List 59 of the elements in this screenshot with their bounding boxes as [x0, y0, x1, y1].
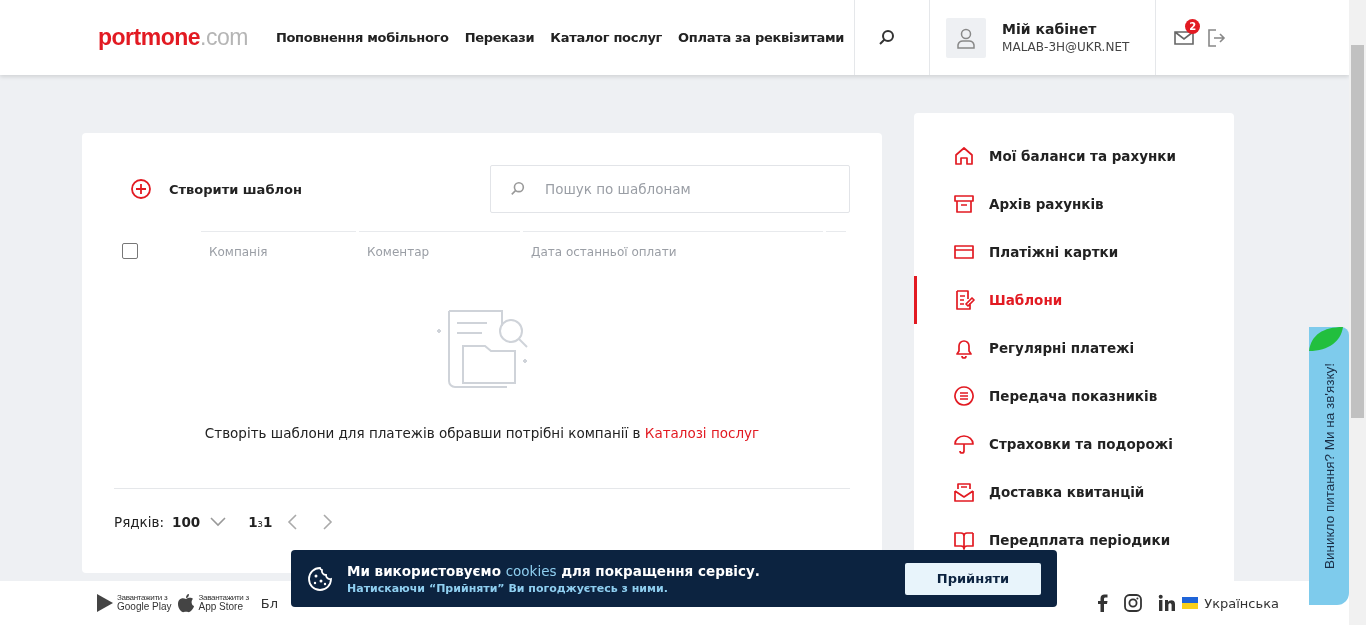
rows-label: Рядків: [114, 514, 164, 530]
nav-link[interactable]: Перекази [464, 30, 535, 45]
notification-badge: 2 [1185, 18, 1201, 34]
sidebar-item[interactable]: Шаблони [914, 276, 1234, 324]
select-all-checkbox[interactable] [122, 243, 138, 259]
sidebar-item[interactable]: Передплата періодики [914, 516, 1234, 564]
cookies-link[interactable]: cookies [505, 562, 557, 579]
umbrella-icon [953, 433, 975, 455]
page-indicator: 1з1 [248, 514, 273, 530]
user-avatar-icon[interactable] [946, 17, 987, 58]
accept-button[interactable]: Прийняти [905, 562, 1041, 595]
document-icon [953, 289, 975, 311]
sidebar-item[interactable]: Мої баланси та рахунки [914, 132, 1234, 180]
create-template-button[interactable]: Створити шаблон [131, 179, 302, 199]
rows-per-page-dropdown[interactable]: 100 [172, 514, 227, 530]
flag-icon [1182, 597, 1199, 609]
sidebar-item[interactable]: Архів рахунків [914, 180, 1234, 228]
column-header: Дата останньої оплати [531, 244, 677, 259]
search-icon [510, 181, 526, 197]
nav-link[interactable]: Каталог послуг [550, 30, 663, 45]
archive-box-icon [953, 193, 975, 215]
logout-icon[interactable] [1206, 27, 1227, 48]
feedback-tab[interactable]: Виникло питання? Ми на зв'язку! [1309, 327, 1349, 605]
column-header: Компанія [209, 244, 268, 259]
sidebar-item[interactable]: Доставка квитанцій [914, 468, 1234, 516]
previous-page-icon[interactable] [286, 514, 299, 530]
leaf-icon [1309, 327, 1343, 351]
sidebar-item[interactable]: Передача показників [914, 372, 1234, 420]
account-title[interactable]: Мій кабінет [1002, 21, 1130, 37]
cookie-icon [307, 565, 333, 592]
catalog-link[interactable]: Каталозі послуг [644, 425, 760, 441]
search-icon[interactable] [878, 28, 897, 47]
footer-link[interactable]: Бл [260, 595, 278, 611]
app-store-badge[interactable]: Завантажити з App Store [177, 593, 249, 613]
facebook-icon[interactable] [1096, 594, 1109, 612]
search-field[interactable]: Пошук по шаблонам [490, 165, 850, 213]
envelope-tray-icon [953, 481, 975, 503]
plus-circle-icon [131, 179, 151, 199]
empty-state-message: Створіть шаблони для платежів обравши потрібні компанії в Каталозі послуг [204, 425, 760, 441]
next-page-icon[interactable] [322, 514, 335, 530]
column-header: Коментар [367, 244, 430, 259]
cookie-note: Натискаючи “Прийняти” Ви погоджуєтесь з ними. [347, 581, 669, 595]
mail-icon[interactable] [1174, 29, 1195, 46]
sidebar-item[interactable]: Платіжні картки [914, 228, 1234, 276]
chevron-down-icon [210, 517, 227, 527]
linkedin-icon[interactable] [1158, 594, 1177, 612]
sidebar-item[interactable]: Регулярні платежі [914, 324, 1234, 372]
book-icon [953, 529, 975, 551]
app-store-badge[interactable]: Завантажити з Google Play [96, 593, 172, 613]
account-email: MALAB-3H@UKR.NET [1002, 40, 1130, 54]
portmone-logo[interactable]: portmone.com [98, 24, 248, 51]
instagram-icon[interactable] [1124, 594, 1143, 612]
sidebar-item[interactable]: Страховки та подорожі [914, 420, 1234, 468]
house-icon [953, 145, 975, 167]
nav-link[interactable]: Поповнення мобільного [275, 30, 449, 45]
language-selector[interactable]: Українська [1182, 595, 1279, 611]
nav-link[interactable]: Оплата за реквізитами [678, 30, 845, 45]
bell-icon [953, 337, 975, 359]
cookie-message: Ми використовуємо cookies для покращення сервісу. [347, 562, 761, 579]
